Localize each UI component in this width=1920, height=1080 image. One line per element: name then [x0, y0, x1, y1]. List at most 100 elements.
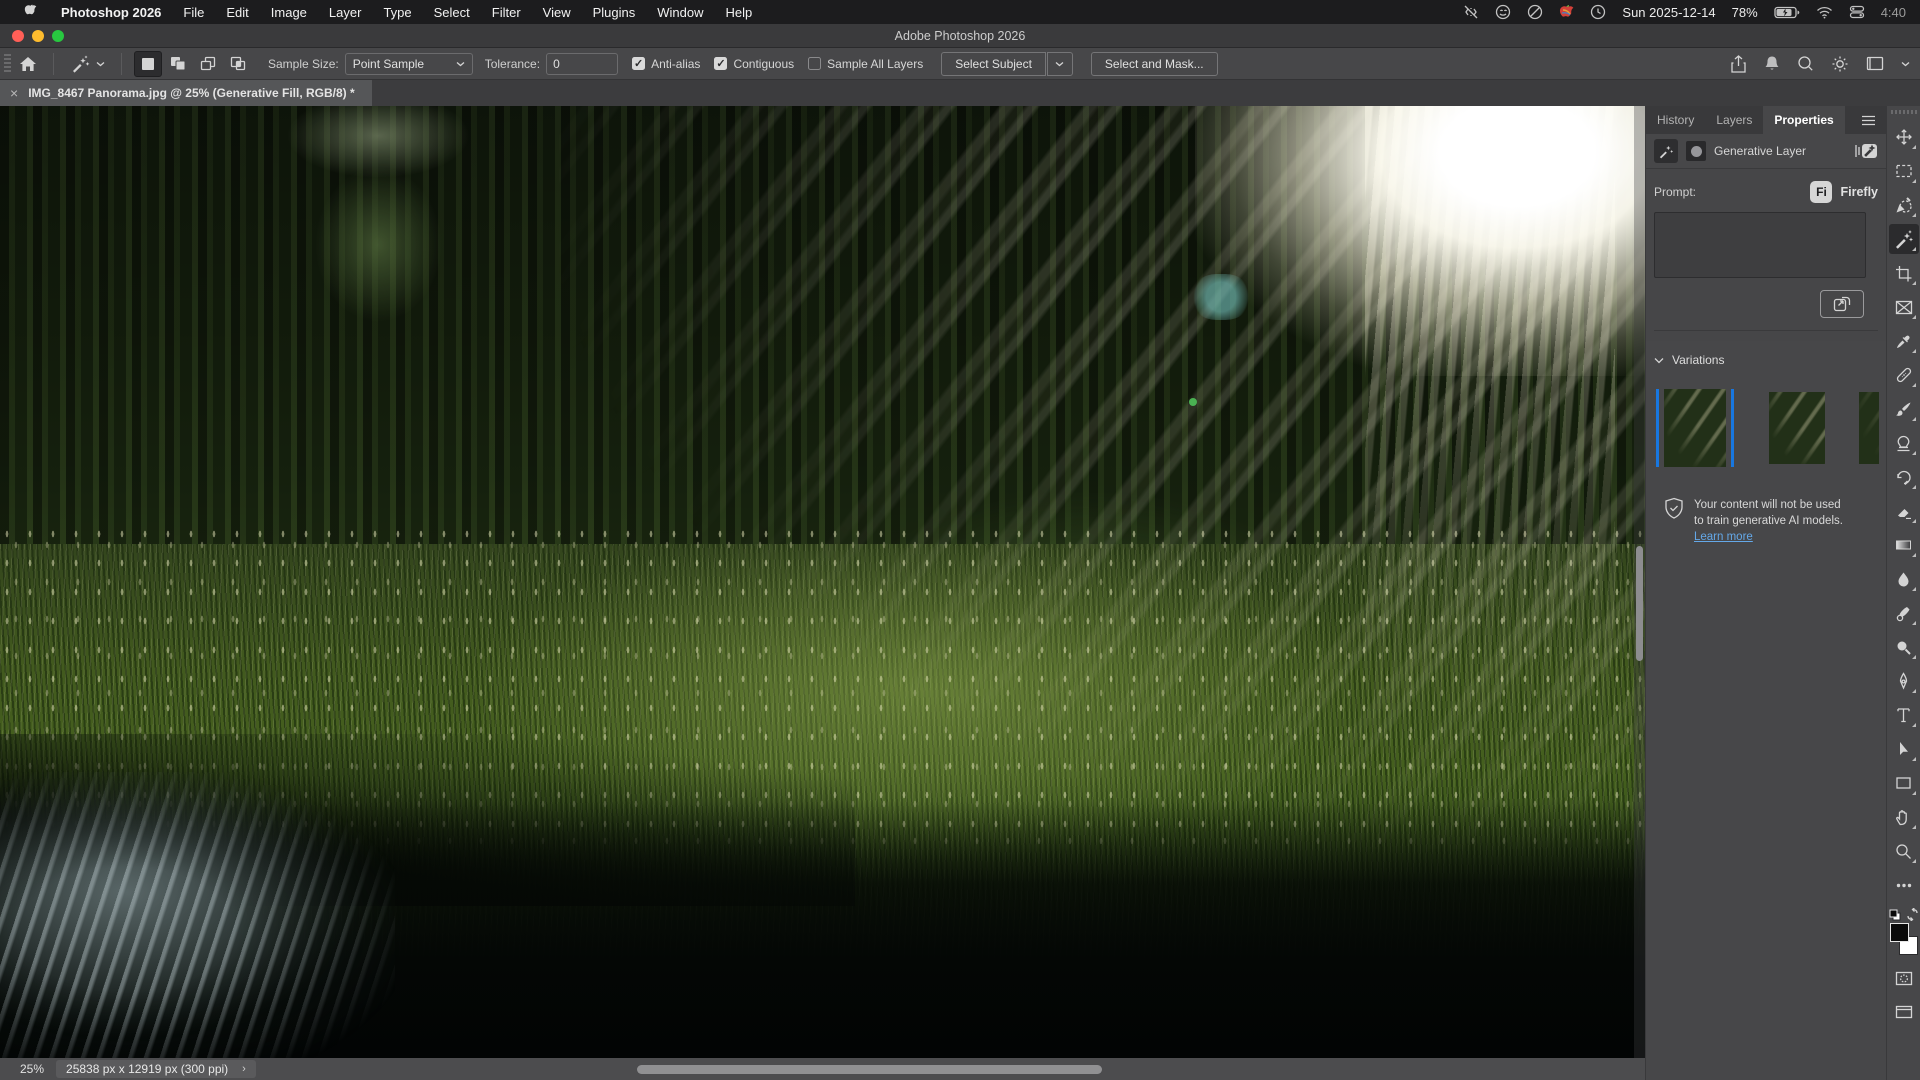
status-chevron-icon[interactable]: › [242, 1063, 246, 1075]
control-center-icon[interactable] [1849, 5, 1865, 19]
document-tab[interactable]: × IMG_8467 Panorama.jpg @ 25% (Generativ… [0, 80, 372, 106]
menu-select[interactable]: Select [423, 5, 481, 20]
face-memoji-icon[interactable] [1495, 4, 1511, 20]
spot-healing-brush-tool[interactable] [1889, 360, 1919, 390]
menu-file[interactable]: File [172, 5, 215, 20]
hand-tool[interactable] [1889, 802, 1919, 832]
menu-plugins[interactable]: Plugins [582, 5, 647, 20]
menu-filter[interactable]: Filter [481, 5, 532, 20]
zoom-level-field[interactable]: 25% [0, 1062, 56, 1076]
apple-intelligence-icon[interactable] [1559, 4, 1574, 20]
lighting-adjust-icon[interactable] [1831, 55, 1849, 73]
share-icon[interactable] [1730, 55, 1747, 73]
keyboard-backlight-off-icon[interactable] [1463, 5, 1479, 19]
frame-tool[interactable] [1889, 292, 1919, 322]
close-document-icon[interactable]: × [10, 85, 18, 101]
prompt-input[interactable] [1654, 212, 1866, 278]
menu-edit[interactable]: Edit [215, 5, 259, 20]
recent-items-clock-icon[interactable] [1590, 4, 1606, 20]
color-swatches[interactable] [1889, 923, 1919, 955]
menu-view[interactable]: View [532, 5, 582, 20]
eraser-tool[interactable] [1889, 496, 1919, 526]
intersect-selection-mode-button[interactable] [224, 51, 252, 77]
vertical-scrollbar[interactable] [1634, 106, 1645, 1058]
foreground-color-swatch[interactable] [1890, 923, 1909, 942]
magic-wand-tool-preset[interactable] [62, 51, 113, 77]
quick-mask-button[interactable] [1889, 963, 1919, 993]
blur-tool[interactable] [1889, 564, 1919, 594]
clone-stamp-tool[interactable] [1889, 428, 1919, 458]
move-tool[interactable] [1889, 122, 1919, 152]
menu-help[interactable]: Help [715, 5, 764, 20]
dodge-tool[interactable] [1889, 632, 1919, 662]
do-not-disturb-icon[interactable] [1527, 4, 1543, 20]
swap-colors-icon[interactable] [1906, 908, 1919, 921]
brush-tool[interactable] [1889, 394, 1919, 424]
horizontal-scrollbar-thumb[interactable] [637, 1065, 1102, 1074]
search-icon[interactable] [1797, 55, 1814, 72]
tab-layers[interactable]: Layers [1705, 106, 1763, 135]
magic-wand-tool[interactable] [1889, 224, 1919, 254]
generative-layer-badge-icon[interactable] [1854, 142, 1878, 160]
variation-thumbnail-2[interactable] [1769, 392, 1825, 464]
workspace-chevron-icon[interactable] [1901, 61, 1910, 67]
screen-mode-button[interactable] [1889, 997, 1919, 1027]
zoom-tool[interactable] [1889, 836, 1919, 866]
sample-all-layers-checkbox[interactable]: Sample All Layers [808, 57, 923, 71]
sample-size-dropdown[interactable]: Point Sample [345, 53, 473, 75]
options-bar-grip[interactable] [4, 54, 11, 74]
menu-type[interactable]: Type [372, 5, 422, 20]
variation-thumbnail-1[interactable] [1664, 389, 1726, 467]
learn-more-link[interactable]: Learn more [1694, 531, 1753, 543]
rectangle-shape-tool[interactable] [1889, 768, 1919, 798]
select-subject-dropdown-button[interactable] [1047, 52, 1073, 76]
pen-tool[interactable] [1889, 666, 1919, 696]
anti-alias-checkbox[interactable]: ✓ Anti-alias [632, 57, 700, 71]
default-colors-icon[interactable] [1889, 909, 1901, 921]
edit-toolbar-ellipsis[interactable] [1889, 870, 1919, 900]
smudge-tool[interactable] [1889, 598, 1919, 628]
battery-icon[interactable] [1774, 6, 1800, 19]
tab-properties[interactable]: Properties [1763, 106, 1844, 135]
variations-header[interactable]: Variations [1654, 353, 1878, 367]
rectangular-marquee-tool[interactable] [1889, 156, 1919, 186]
apple-menu[interactable] [12, 4, 50, 20]
workspace-icon[interactable] [1866, 56, 1884, 71]
type-tool[interactable] [1889, 700, 1919, 730]
menu-app-name[interactable]: Photoshop 2026 [50, 5, 172, 20]
generative-sparkle-icon[interactable] [1654, 139, 1678, 163]
panel-menu-icon[interactable] [1861, 115, 1886, 126]
notifications-bell-icon[interactable] [1764, 55, 1780, 72]
tab-history[interactable]: History [1646, 106, 1705, 135]
subtract-from-selection-mode-button[interactable] [194, 51, 222, 77]
path-selection-tool[interactable] [1889, 734, 1919, 764]
gradient-tool[interactable] [1889, 530, 1919, 560]
eyedropper-tool[interactable] [1889, 326, 1919, 356]
menubar-clock[interactable]: 4:40 [1881, 5, 1906, 20]
select-subject-button[interactable]: Select Subject [941, 52, 1046, 76]
select-and-mask-button[interactable]: Select and Mask... [1091, 52, 1218, 76]
menubar-date[interactable]: Sun 2025-12-14 [1622, 5, 1715, 20]
vertical-scrollbar-thumb[interactable] [1636, 546, 1643, 661]
selection-brush-tool[interactable] [1889, 190, 1919, 220]
add-to-selection-mode-button[interactable] [164, 51, 192, 77]
document-info-readout[interactable]: 25838 px x 12919 px (300 ppi) › [56, 1060, 256, 1078]
sample-size-value: Point Sample [353, 57, 424, 71]
menu-layer[interactable]: Layer [318, 5, 373, 20]
home-button[interactable] [11, 51, 45, 77]
document-canvas[interactable] [0, 106, 1645, 1058]
new-selection-mode-button[interactable] [134, 51, 162, 77]
menu-window[interactable]: Window [646, 5, 714, 20]
history-brush-tool[interactable] [1889, 462, 1919, 492]
document-dimensions: 25838 px x 12919 px (300 ppi) [66, 1062, 228, 1076]
layer-mask-thumbnail[interactable] [1686, 141, 1706, 161]
wifi-icon[interactable] [1816, 6, 1833, 19]
generative-layer-row[interactable]: Generative Layer [1646, 134, 1886, 168]
menu-image[interactable]: Image [260, 5, 318, 20]
contiguous-checkbox[interactable]: ✓ Contiguous [714, 57, 794, 71]
toolbar-grip[interactable] [1891, 110, 1917, 114]
tolerance-input[interactable] [546, 53, 618, 75]
generate-button[interactable] [1820, 290, 1864, 318]
crop-tool[interactable] [1889, 258, 1919, 288]
variation-thumbnail-3[interactable] [1859, 392, 1879, 464]
